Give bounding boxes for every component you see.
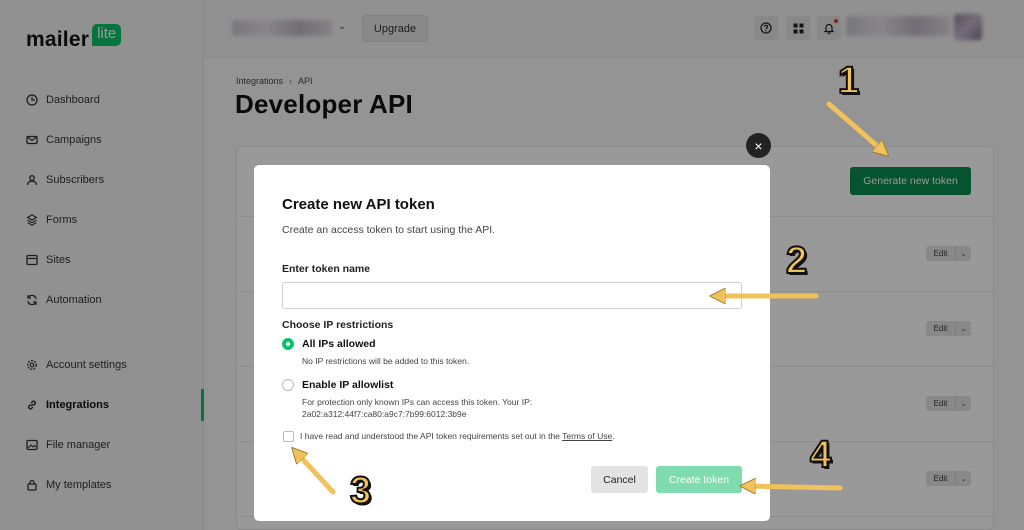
token-name-input[interactable] [282,282,742,309]
terms-of-use-link[interactable]: Terms of Use [562,431,612,441]
token-name-label: Enter token name [282,263,371,275]
all-ips-radio[interactable] [282,338,294,350]
close-icon[interactable]: × [746,133,771,158]
terms-label: I have read and understood the API token… [300,431,615,441]
modal-title: Create new API token [282,196,435,213]
all-ips-title[interactable]: All IPs allowed [302,338,376,350]
annotation-number-2: 2 [785,239,808,283]
annotation-number-4: 4 [809,433,832,477]
terms-end: . [612,431,615,441]
user-ip-address: 2a02:a312:44f7:ca80:a9c7:7b99:6012:3b9e [302,409,467,419]
annotation-number-3: 3 [349,469,372,513]
ip-restrictions-label: Choose IP restrictions [282,319,394,331]
terms-text: I have read and understood the API token… [300,431,560,441]
ip-allowlist-radio[interactable] [282,379,294,391]
create-token-button[interactable]: Create token [656,466,742,493]
ip-allowlist-description: For protection only known IPs can access… [302,397,533,407]
create-token-modal: Create new API token Create an access to… [254,165,770,521]
ip-allowlist-title[interactable]: Enable IP allowlist [302,379,393,391]
all-ips-description: No IP restrictions will be added to this… [302,356,470,366]
cancel-button[interactable]: Cancel [591,466,648,493]
annotation-number-1: 1 [837,59,860,103]
modal-subtitle: Create an access token to start using th… [282,224,496,236]
terms-checkbox[interactable] [283,431,294,442]
